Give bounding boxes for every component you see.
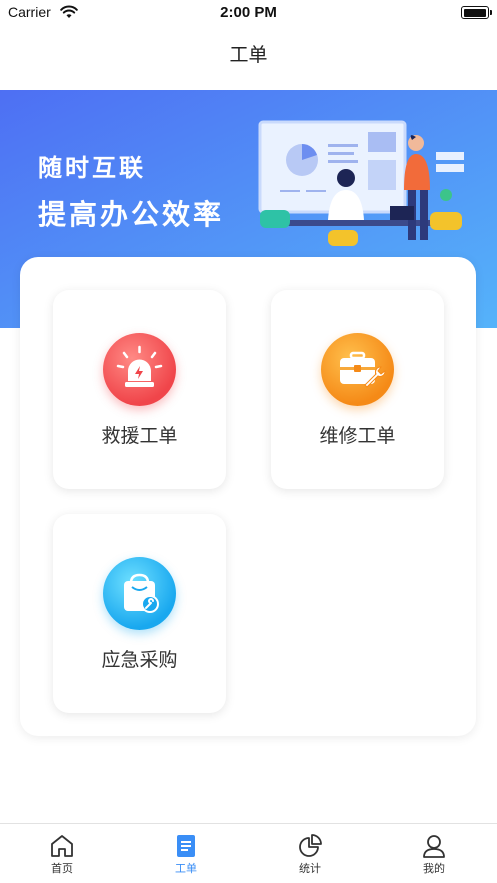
toolbox-icon (321, 333, 394, 406)
tile-label-repair: 维修工单 (319, 425, 396, 447)
home-icon (51, 835, 73, 857)
navigation-bar: 工单 (0, 26, 497, 90)
status-time: 2:00 PM (220, 4, 277, 21)
battery-icon (461, 6, 492, 19)
tab-work-order[interactable]: 工单 (124, 824, 248, 883)
tile-label-rescue: 救援工单 (101, 425, 178, 447)
tab-label-profile: 我的 (423, 862, 445, 875)
tab-home[interactable]: 首页 (0, 824, 124, 883)
tab-label-home: 首页 (51, 862, 73, 875)
alarm-siren-icon (103, 333, 176, 406)
rescue-work-order-tile[interactable]: 救援工单 (53, 290, 226, 489)
tab-label-work-order: 工单 (175, 862, 197, 875)
page-title: 工单 (229, 44, 268, 66)
shopping-bag-wrench-icon (103, 557, 176, 630)
banner-headline: 随时互联 (38, 154, 146, 182)
tab-label-statistics: 统计 (299, 862, 321, 875)
office-meeting-illustration (258, 120, 464, 246)
tab-profile[interactable]: 我的 (372, 824, 496, 883)
tile-label-emergency-purchase: 应急采购 (101, 649, 178, 671)
user-icon (423, 835, 445, 858)
tab-bar: 首页 工单 统计 我的 (0, 823, 497, 883)
banner-subheadline: 提高办公效率 (38, 198, 225, 231)
status-bar: Carrier 2:00 PM (0, 0, 497, 26)
emergency-purchase-tile[interactable]: 应急采购 (53, 514, 226, 713)
pie-chart-icon (299, 834, 322, 857)
document-icon (177, 835, 195, 857)
work-order-panel: 救援工单 维修工单 应急采购 (20, 257, 476, 736)
repair-work-order-tile[interactable]: 维修工单 (271, 290, 444, 489)
tab-statistics[interactable]: 统计 (248, 824, 372, 883)
